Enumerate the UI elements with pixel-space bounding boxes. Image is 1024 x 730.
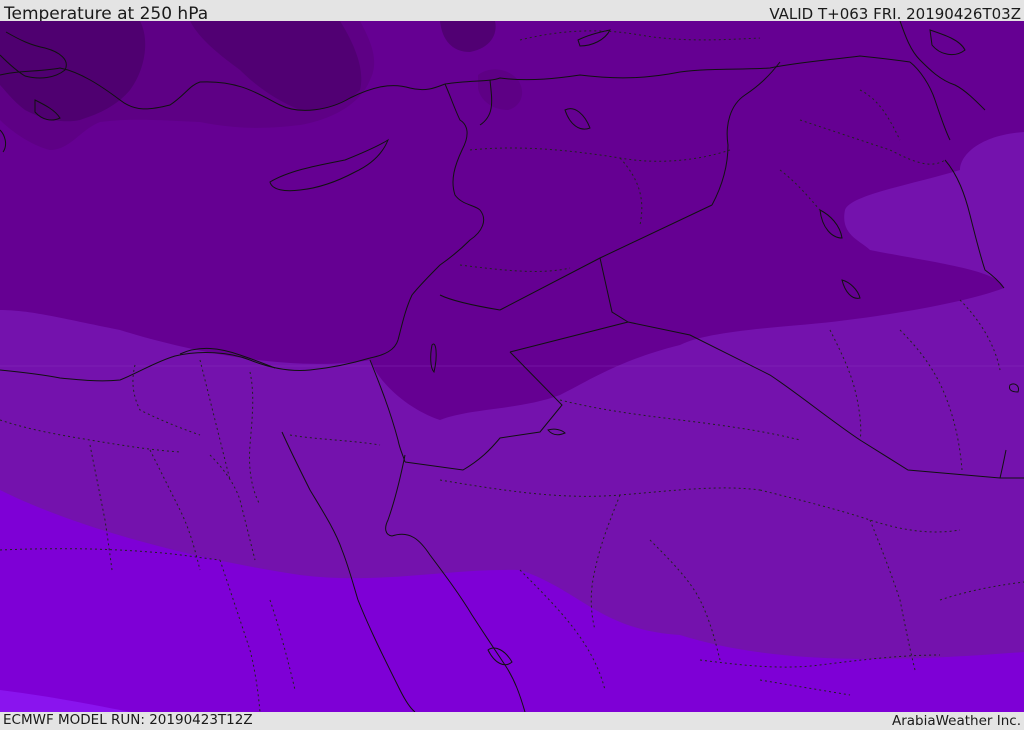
temperature-map[interactable] (0, 21, 1024, 712)
header-bar: Temperature at 250 hPa VALID T+063 FRI. … (0, 0, 1024, 24)
credit: ArabiaWeather Inc. (891, 713, 1021, 729)
footer-bar: ECMWF MODEL RUN: 20190423T12Z ArabiaWeat… (0, 712, 1024, 729)
model-run: ECMWF MODEL RUN: 20190423T12Z (3, 712, 253, 728)
map-canvas (0, 21, 1024, 712)
